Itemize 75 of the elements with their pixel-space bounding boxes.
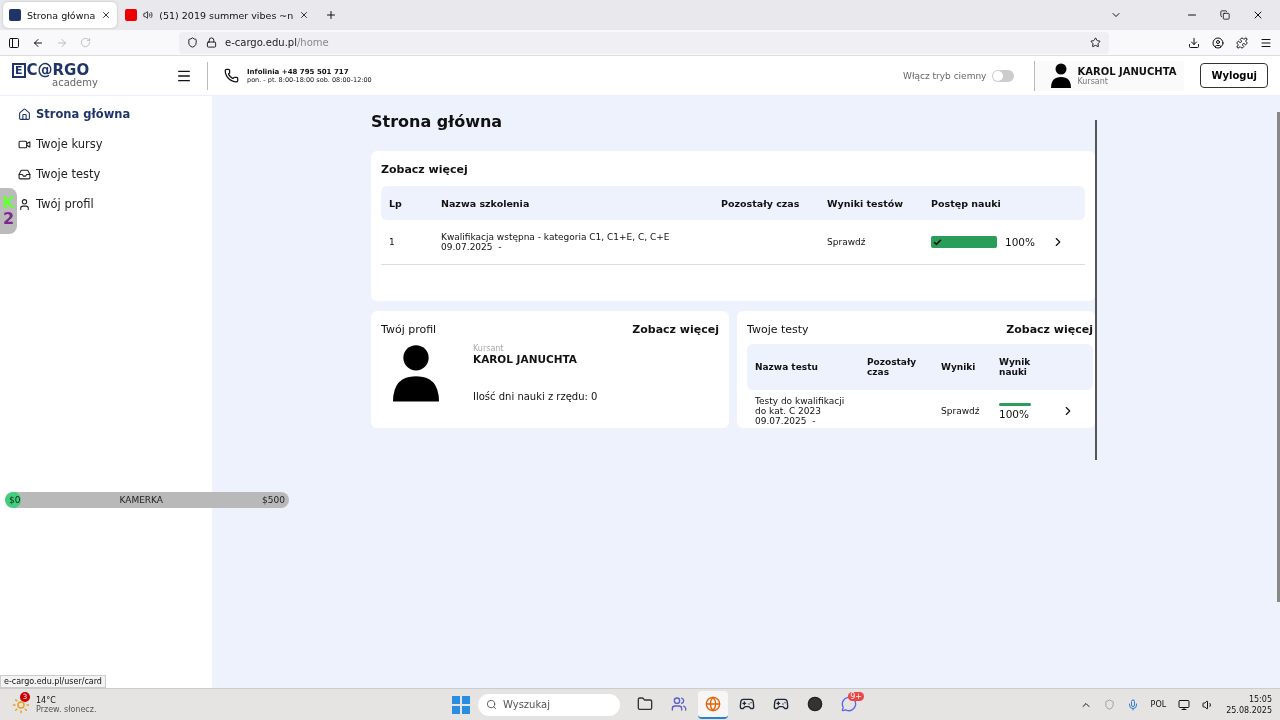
close-icon[interactable] [1252, 9, 1264, 21]
phone-icon [224, 68, 239, 83]
results-link[interactable]: Sprawdź [941, 406, 999, 416]
user-role: Kursant [1077, 76, 1109, 86]
see-more-link[interactable]: Zobacz więcej [1006, 323, 1093, 336]
folder-icon[interactable] [637, 695, 653, 712]
results-link[interactable]: Sprawdź [827, 237, 931, 247]
dark-mode-toggle[interactable] [992, 69, 1015, 82]
course-date: 09.07.2025 - [441, 242, 503, 252]
user-panel[interactable]: KAROL JANUCHTA Kursant [1034, 60, 1185, 91]
sidebar-item[interactable]: Twoje testy [18, 164, 101, 184]
test-name: Testy do kwalifikacji do kat. C 2023 [755, 396, 846, 416]
new-tab-icon[interactable] [325, 9, 338, 21]
card-title: Zobacz więcej [381, 163, 469, 176]
score-percent: 100% [999, 407, 1030, 420]
restore-icon[interactable] [1220, 10, 1230, 20]
profile-name: KAROL JANUCHTA [473, 353, 578, 365]
people-icon[interactable] [671, 695, 687, 712]
learning-streak: Ilość dni nauki z rzędu: 0 [473, 391, 598, 402]
test-date: 09.07.2025 - [755, 416, 817, 426]
sidebar-item[interactable]: Strona główna [18, 104, 131, 124]
dark-mode-label: Włącz tryb ciemny [903, 70, 987, 81]
search-icon [486, 699, 497, 710]
logout-button[interactable]: Wyloguj [1200, 63, 1268, 88]
inbox-icon [18, 167, 31, 181]
taskbar-app[interactable]: 9+ [834, 690, 864, 719]
table-header: Nazwa testu Pozostały czas Wyniki Wynik nauki [747, 344, 1093, 390]
site-favicon-icon [9, 9, 21, 21]
video-favicon-icon [125, 9, 138, 21]
back-icon[interactable] [32, 36, 44, 49]
home-icon [18, 107, 31, 121]
progress-percent: 100% [1005, 236, 1036, 248]
card-title: Twój profil [381, 323, 437, 336]
user-silhouette-icon [393, 344, 439, 402]
shield-icon [187, 37, 198, 48]
course-name: Kwalifikacja wstępna - kategoria C1, C1+E, C, C+E [441, 232, 671, 242]
user-silhouette-icon [1051, 63, 1072, 88]
sidebar-item[interactable]: Twoje kursy [18, 134, 103, 154]
user-name: KAROL JANUCHTA [1077, 65, 1177, 77]
temperature: 14°C [36, 695, 57, 705]
browser-tab[interactable]: (51) 2019 summer vibes ~n [119, 2, 316, 28]
bookmark-star-icon[interactable] [1090, 37, 1101, 48]
logo[interactable]: E C@RGO academy [0, 63, 160, 88]
language-indicator[interactable]: POL [1150, 700, 1167, 709]
browser-tab[interactable]: Strona główna [3, 2, 118, 28]
microphone-icon[interactable] [1126, 698, 1139, 711]
camera-goal-bar: $0 KAMERKA $500 [5, 492, 289, 508]
account-icon[interactable] [1212, 36, 1224, 49]
record-icon[interactable] [807, 695, 823, 712]
address-bar[interactable]: e-cargo.edu.pl/home [179, 31, 1109, 54]
user-icon [18, 197, 31, 211]
speaker-icon [143, 10, 154, 20]
status-url: e-cargo.edu.pl/user/card [0, 675, 106, 688]
profile-role: Kursant [473, 344, 505, 353]
close-icon[interactable] [299, 10, 310, 20]
page-title: Strona główna [371, 112, 504, 131]
download-icon[interactable] [1188, 36, 1200, 49]
menu-icon[interactable] [1260, 36, 1272, 49]
windows-start-icon[interactable] [452, 695, 470, 714]
sidebar-icon[interactable] [8, 36, 20, 49]
taskbar-search-field[interactable]: Wyszukaj [478, 693, 620, 716]
check-icon [933, 237, 942, 247]
extensions-icon[interactable] [1236, 36, 1248, 49]
taskbar-clock[interactable]: 15:05 25.08.2025 [1226, 693, 1272, 716]
table-cell-text: 1 [389, 237, 396, 247]
see-more-link[interactable]: Zobacz więcej [632, 323, 719, 336]
notification-badge: 9+ [848, 691, 864, 701]
sidebar-item[interactable]: Twój profil [18, 194, 94, 214]
lock-icon [206, 37, 217, 48]
table-header: Lp Nazwa szkolenia Pozostały czas Wyniki testów Postęp nauki [381, 186, 1085, 220]
card-title: Twoje testy [747, 323, 809, 336]
weather-description: Przew. słonecz. [36, 704, 97, 714]
close-icon[interactable] [101, 10, 112, 20]
browser-icon[interactable] [705, 695, 721, 712]
overlay-badge: K 2 [0, 188, 17, 234]
